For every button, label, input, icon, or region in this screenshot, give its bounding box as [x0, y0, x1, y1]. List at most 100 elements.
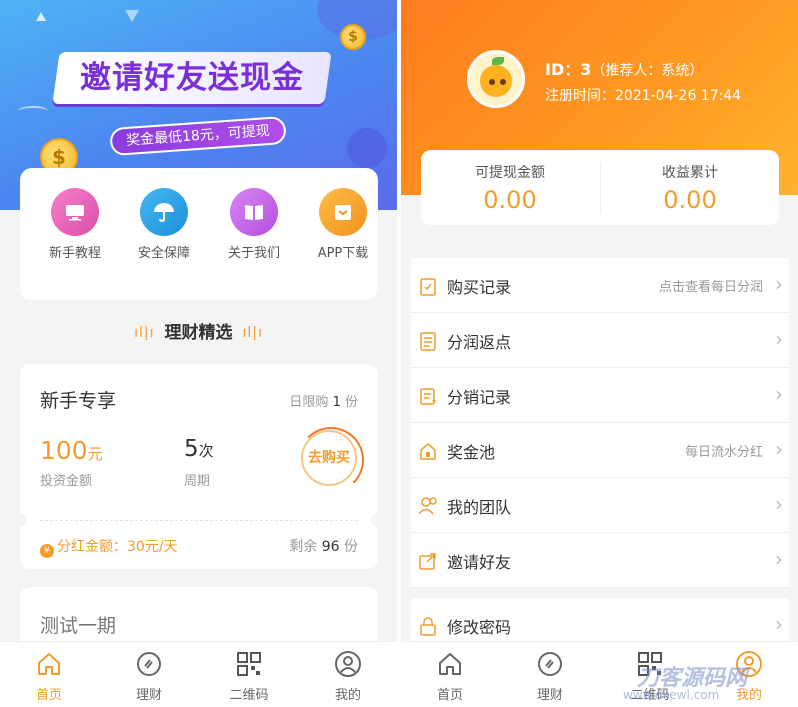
user-icon: [335, 651, 361, 677]
home-icon: [38, 653, 60, 675]
banner-decoration: [347, 128, 387, 168]
share-icon: [419, 553, 436, 570]
tab-label: 首页: [436, 688, 463, 703]
register-time: 注册时间：2021-04-26 17:44: [545, 88, 742, 104]
house-icon: [420, 443, 436, 460]
finance-icon: [538, 652, 562, 676]
quick-link-guide[interactable]: 新手教程: [45, 188, 105, 262]
stat-label: 收益累计: [662, 165, 718, 181]
coin-icon: ¥: [40, 544, 54, 558]
quick-link-label: 关于我们: [227, 246, 280, 261]
tab-label: 我的: [334, 688, 361, 703]
purchase-limit: 日限购 1 份: [289, 395, 358, 410]
book-icon: [230, 188, 278, 236]
avatar[interactable]: [467, 50, 525, 108]
dividend-amount: ¥ 分红金额：30元/天: [40, 536, 178, 558]
investment-amount-label: 投资金额: [40, 474, 93, 489]
tab-label: 理财: [135, 688, 162, 703]
eye-icon: [500, 79, 506, 85]
orange-mascot-icon: [480, 65, 512, 97]
withdrawable-balance[interactable]: 可提现金额 0.00: [421, 162, 599, 214]
home-icon: [439, 653, 461, 675]
menu-hint: 点击查看每日分润: [658, 280, 763, 295]
profile-screen: ID：3（推荐人：系统） 注册时间：2021-04-26 17:44 可提现金额…: [401, 0, 798, 707]
tab-home[interactable]: 首页: [420, 650, 480, 703]
divider: [40, 520, 358, 521]
monitor-icon: [51, 188, 99, 236]
tab-qrcode[interactable]: 二维码: [219, 650, 279, 703]
tab-label: 首页: [35, 688, 62, 703]
tab-label: 理财: [536, 688, 563, 703]
section-title: ıl|ı 理财精选 ıl|ı: [134, 323, 263, 343]
menu-item-my-team[interactable]: 我的团队 ›: [411, 478, 789, 533]
card-notch: [371, 513, 385, 527]
menu-label: 修改密码: [447, 618, 512, 637]
product-title: 新手专享: [40, 390, 117, 412]
home-screen: $ $ 邀请好友送现金 奖金最低18元，可提现 新手教程 安全保障 关于我们 A…: [0, 0, 397, 707]
bars-icon: ıl|ı: [134, 325, 155, 341]
menu-item-bonus-pool[interactable]: 奖金池 每日流水分红 ›: [411, 423, 789, 478]
umbrella-icon: [140, 188, 188, 236]
leaf-icon: [492, 57, 504, 65]
quick-link-label: 安全保障: [137, 246, 190, 261]
quick-link-about[interactable]: 关于我们: [224, 188, 284, 262]
quick-links: 新手教程 安全保障 关于我们 APP下载: [20, 168, 378, 300]
triangle-decoration: [36, 12, 46, 21]
buy-button[interactable]: 去购买: [298, 427, 364, 493]
qrcode-icon: [237, 652, 261, 676]
menu-label: 购买记录: [447, 278, 512, 297]
menu-item-profit-rebate[interactable]: 分润返点 ›: [411, 313, 789, 368]
banner-subtitle: 奖金最低18元，可提现: [109, 115, 287, 157]
tab-finance[interactable]: 理财: [520, 650, 580, 703]
menu-label: 分润返点: [447, 333, 512, 352]
chevron-right-icon: ›: [775, 437, 783, 461]
total-earnings[interactable]: 收益累计 0.00: [601, 162, 779, 214]
menu-item-invite-friends[interactable]: 邀请好友 ›: [411, 533, 789, 588]
menu-label: 我的团队: [447, 498, 512, 517]
tab-mine[interactable]: 我的: [318, 650, 378, 703]
quick-link-label: 新手教程: [48, 246, 101, 261]
chevron-right-icon: ›: [775, 272, 783, 296]
product-card[interactable]: 新手专享 日限购 1 份 100元 投资金额 5次 周期 去购买 ¥ 分红金额：3…: [13, 364, 385, 569]
notes-icon: [420, 388, 436, 405]
stat-label: 可提现金额: [475, 165, 545, 181]
quick-link-security[interactable]: 安全保障: [134, 188, 194, 262]
banner-title: 邀请好友送现金: [52, 52, 332, 104]
user-id: ID：3（推荐人：系统）: [545, 60, 704, 79]
period-label: 周期: [184, 474, 211, 489]
period-value: 5次: [184, 436, 214, 462]
card-notch: [13, 513, 27, 527]
wave-decoration: [18, 106, 48, 116]
stat-value: 0.00: [663, 186, 717, 214]
chevron-right-icon: ›: [775, 492, 783, 516]
clipboard-icon: [420, 278, 436, 296]
menu-item-distribution-records[interactable]: 分销记录 ›: [411, 368, 789, 423]
profile-menu: 购买记录 点击查看每日分润 › 分润返点 › 分销记录 › 奖金池 每日流水分红…: [411, 258, 789, 588]
tab-label: 二维码: [229, 688, 269, 703]
quick-link-label: APP下载: [317, 246, 369, 261]
chevron-right-icon: ›: [775, 382, 783, 406]
menu-hint: 每日流水分红: [684, 445, 763, 460]
menu-item-purchase-records[interactable]: 购买记录 点击查看每日分润 ›: [411, 258, 789, 313]
lock-icon: [420, 617, 436, 636]
product-title: 测试一期: [40, 615, 117, 637]
eye-icon: [489, 79, 495, 85]
menu-label: 分销记录: [447, 388, 512, 407]
team-icon: [418, 497, 437, 515]
list-icon: [420, 332, 436, 351]
stat-value: 0.00: [483, 186, 537, 214]
finance-icon: [137, 652, 161, 676]
bars-icon: ıl|ı: [242, 325, 263, 341]
tab-home[interactable]: 首页: [19, 650, 79, 703]
download-icon: [319, 188, 367, 236]
menu-label: 邀请好友: [447, 553, 512, 572]
menu-label: 奖金池: [447, 443, 496, 462]
tab-bar: 首页 理财 二维码 我的: [0, 641, 397, 707]
chevron-right-icon: ›: [775, 547, 783, 571]
investment-amount: 100元: [40, 436, 103, 465]
balance-card: 可提现金额 0.00 收益累计 0.00: [421, 150, 779, 225]
watermark-url: www.dkewl.com: [623, 688, 720, 702]
chevron-right-icon: ›: [775, 612, 783, 636]
tab-finance[interactable]: 理财: [119, 650, 179, 703]
quick-link-app-download[interactable]: APP下载: [313, 188, 373, 262]
